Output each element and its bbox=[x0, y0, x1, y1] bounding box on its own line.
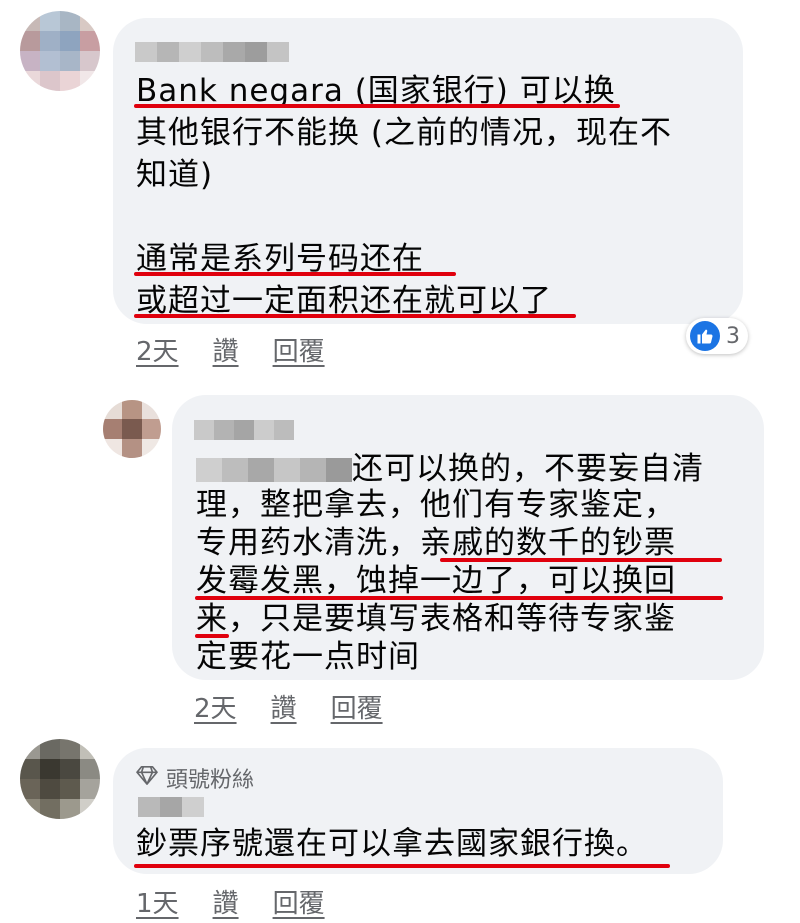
author-name-blurred[interactable] bbox=[135, 42, 289, 62]
comment-text-line: 其他银行不能换 (之前的情况，现在不 bbox=[136, 115, 672, 151]
reply-button[interactable]: 回覆 bbox=[273, 331, 325, 368]
like-button[interactable]: 讚 bbox=[213, 331, 239, 368]
mention-blurred[interactable] bbox=[196, 458, 352, 482]
comment-text-line: 还可以换的，不要妄自清 bbox=[352, 451, 704, 487]
author-name-blurred[interactable] bbox=[138, 797, 204, 817]
red-underline-annotation bbox=[195, 596, 723, 600]
comment-actions: 2天 讚 回覆 bbox=[194, 688, 383, 725]
red-underline-annotation bbox=[134, 104, 620, 108]
comment-text-line: 来，只是要填写表格和等待专家鉴 bbox=[196, 601, 676, 637]
like-button[interactable]: 讚 bbox=[213, 883, 239, 920]
badge-label: 頭號粉絲 bbox=[166, 768, 255, 793]
red-underline-annotation bbox=[195, 634, 229, 638]
comment-text-line: 理，整把拿去，他们有专家鉴定， bbox=[196, 487, 676, 523]
comment-text-line: 定要花一点时间 bbox=[196, 639, 420, 675]
author-name-blurred[interactable] bbox=[194, 420, 294, 440]
timestamp-link[interactable]: 2天 bbox=[136, 331, 179, 368]
diamond-icon bbox=[136, 765, 158, 791]
reply-button[interactable]: 回覆 bbox=[273, 883, 325, 920]
timestamp-link[interactable]: 2天 bbox=[194, 688, 237, 725]
avatar[interactable] bbox=[20, 11, 100, 91]
red-underline-annotation bbox=[134, 272, 456, 276]
comment-actions: 1天 讚 回覆 bbox=[136, 883, 325, 920]
red-underline-annotation bbox=[134, 864, 670, 868]
red-underline-annotation bbox=[440, 558, 722, 562]
timestamp-link[interactable]: 1天 bbox=[136, 883, 179, 920]
comment-text-line: 鈔票序號還在可以拿去國家銀行換。 bbox=[136, 826, 648, 862]
avatar[interactable] bbox=[20, 739, 100, 819]
reaction-count: 3 bbox=[726, 323, 740, 349]
reaction-summary[interactable]: 3 bbox=[686, 318, 748, 354]
like-icon bbox=[690, 321, 720, 351]
top-fan-badge[interactable]: 頭號粉絲 bbox=[136, 762, 254, 794]
comment-text-line: 知道) bbox=[136, 157, 214, 193]
avatar[interactable] bbox=[103, 400, 161, 458]
comment-actions: 2天 讚 回覆 bbox=[136, 331, 325, 368]
like-button[interactable]: 讚 bbox=[271, 688, 297, 725]
reply-button[interactable]: 回覆 bbox=[331, 688, 383, 725]
red-underline-annotation bbox=[134, 314, 576, 318]
